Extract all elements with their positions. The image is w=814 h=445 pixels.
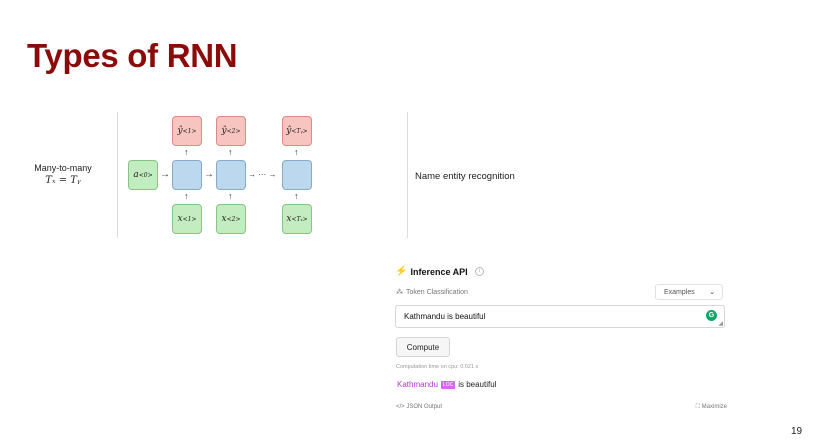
maximize-link[interactable]: ⛶ Maximize [696,404,727,411]
task-type: ⁂ Token Classification [396,288,468,297]
arrow-up-icon: ↑ [294,147,299,157]
output-yT: ŷ <Tᵧ> [282,116,312,146]
input-x2: x <2> [216,204,246,234]
ellipsis-arrow: → ··· → [248,170,277,179]
rnn-type-name: Many-to-many [34,163,92,173]
rnn-type-condition: Tₓ = Tᵧ [45,175,81,186]
entity-text: Kathmandu [397,380,438,389]
arrow-right-icon: → [160,169,170,180]
maximize-label: Maximize [701,404,727,410]
lightning-icon: ⚡ [395,266,408,277]
input-x1: x <1> [172,204,202,234]
arrow-up-icon: ↑ [228,191,233,201]
examples-dropdown[interactable]: Examples ⌄ [655,284,723,300]
arrow-up-icon: ↑ [228,147,233,157]
code-icon: </> [396,404,405,410]
examples-label: Examples [664,288,695,296]
rnn-type-label: Many-to-many Tₓ = Tᵧ [28,163,98,186]
grammarly-icon[interactable]: G [706,310,717,321]
output-y1: ŷ <1> [172,116,202,146]
chevron-down-icon: ⌄ [709,289,715,296]
text-input-value: Kathmandu is beautiful [404,312,486,321]
hidden-cell-T [282,160,312,190]
divider-left [117,112,118,238]
computation-time: Computation time on cpu: 0.021 s [396,364,479,370]
compute-button[interactable]: Compute [396,337,450,357]
result-rest: is beautiful [458,380,497,389]
inference-api-widget: ⚡ Inference API i ⁂ Token Classification… [382,251,728,416]
json-output-label: JSON Output [406,404,443,410]
application-label: Name entity recognition [415,171,515,182]
page-number: 19 [791,426,803,437]
initial-activation-a0: a <0> [128,160,158,190]
input-xT: x <Tₓ> [282,204,312,234]
arrow-up-icon: ↑ [294,191,299,201]
info-icon[interactable]: i [474,267,484,276]
resize-handle-icon[interactable]: ◢ [718,320,723,327]
text-input[interactable]: Kathmandu is beautiful G ◢ [395,305,725,328]
inference-api-title: Inference API [410,266,468,277]
arrow-up-icon: ↑ [184,147,189,157]
hidden-cell-1 [172,160,202,190]
inference-api-header: ⚡ Inference API i [395,266,484,277]
output-y2: ŷ <2> [216,116,246,146]
hidden-cell-2 [216,160,246,190]
classification-result: Kathmandu LOC is beautiful [397,380,496,389]
arrow-right-icon: → [204,169,214,180]
slide-title: Types of RNN [27,37,238,74]
task-type-label: Token Classification [406,288,468,296]
maximize-icon: ⛶ [695,404,700,410]
entity-tag: LOC [440,380,456,389]
arrow-up-icon: ↑ [184,191,189,201]
token-classification-icon: ⁂ [396,289,403,296]
divider-right [407,112,408,238]
json-output-link[interactable]: </> JSON Output [396,404,442,410]
